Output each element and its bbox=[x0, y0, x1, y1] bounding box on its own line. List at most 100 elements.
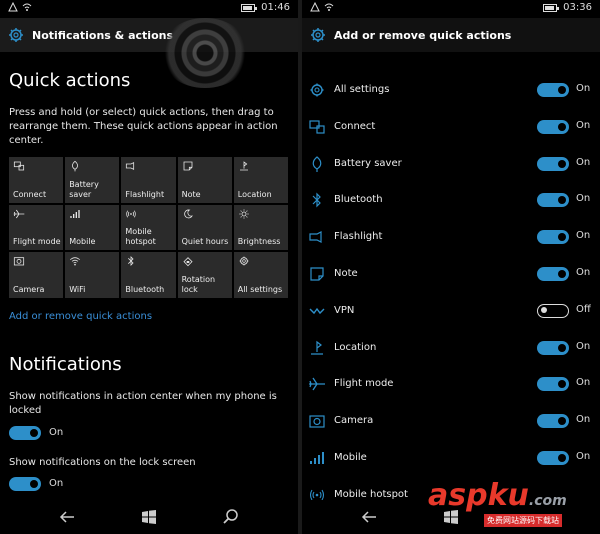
watermark-domain: .com bbox=[528, 493, 567, 509]
signal-status-icon bbox=[8, 2, 18, 12]
quick-action-row: Flashlight On bbox=[302, 225, 600, 249]
quick-action-state: On bbox=[576, 340, 591, 352]
quick-action-toggle[interactable] bbox=[537, 267, 569, 281]
quick-action-row-label: Camera bbox=[334, 415, 374, 427]
quick-action-row: All settings On bbox=[302, 78, 600, 102]
quick-action-row-label: Mobile bbox=[334, 452, 367, 463]
quick-action-tile[interactable]: Quiet hours bbox=[177, 204, 232, 251]
page-title: Add or remove quick actions bbox=[334, 28, 512, 42]
quick-action-row-label: Mobile hotspot bbox=[334, 488, 408, 500]
status-bar: 01:46 bbox=[0, 0, 298, 18]
wifi-icon bbox=[70, 257, 81, 266]
quick-action-toggle[interactable] bbox=[537, 156, 569, 171]
airplane-icon bbox=[13, 209, 25, 218]
quick-action-tile[interactable]: Brightness bbox=[233, 204, 288, 251]
quick-action-state: On bbox=[576, 377, 591, 389]
quick-action-row-label: Flight mode bbox=[334, 378, 394, 390]
quick-action-tile[interactable]: All settings bbox=[233, 252, 288, 298]
watermark-tagline: 免费网站源码下载站 bbox=[484, 514, 562, 527]
status-time: 03:36 bbox=[563, 2, 592, 13]
quick-actions-description: Press and hold (or select) quick actions… bbox=[9, 107, 278, 146]
flashlight-icon bbox=[126, 162, 135, 170]
quick-action-state: On bbox=[576, 119, 591, 131]
quick-action-tile-label: Camera bbox=[13, 285, 45, 294]
status-bar: 03:36 bbox=[302, 0, 600, 18]
gear-icon bbox=[311, 28, 325, 42]
quick-action-tile[interactable]: Mobile bbox=[65, 204, 120, 251]
quick-action-state: On bbox=[576, 267, 591, 278]
quick-action-state: On bbox=[576, 83, 591, 94]
back-arrow-icon[interactable] bbox=[58, 508, 76, 526]
battery-status-icon bbox=[241, 3, 258, 12]
quick-action-tile[interactable]: Flight mode bbox=[9, 204, 64, 251]
quick-action-row-label: Connect bbox=[334, 120, 376, 132]
quick-action-tile[interactable]: Bluetooth bbox=[121, 252, 176, 298]
quick-action-state: On bbox=[576, 230, 591, 242]
quick-action-toggle[interactable] bbox=[537, 83, 569, 97]
flashlight-icon bbox=[309, 231, 322, 244]
location-icon bbox=[239, 161, 248, 171]
quick-action-state: On bbox=[576, 414, 591, 426]
notifications-heading: Notifications bbox=[9, 354, 122, 375]
quick-action-tile[interactable]: Flashlight bbox=[121, 157, 176, 203]
quick-action-tile[interactable]: Camera bbox=[9, 252, 64, 298]
quick-action-row: VPN Off bbox=[302, 299, 600, 323]
quick-action-row: Mobile On bbox=[302, 446, 600, 470]
quick-action-tile[interactable]: WiFi bbox=[65, 252, 120, 298]
bluetooth-icon bbox=[312, 192, 321, 208]
quick-action-row: Battery saver On bbox=[302, 152, 600, 176]
quick-action-row-label: Location bbox=[334, 341, 377, 353]
quick-action-tile[interactable]: Note bbox=[177, 157, 232, 203]
airplane-icon bbox=[309, 378, 325, 391]
quick-action-tile-label: Mobile hotspot bbox=[125, 227, 156, 247]
windows-start-icon[interactable] bbox=[140, 508, 158, 526]
quick-action-toggle[interactable] bbox=[537, 230, 569, 245]
watermark-logo: aspku.com 免费网站源码下载站 bbox=[424, 478, 594, 530]
back-arrow-icon[interactable] bbox=[360, 508, 378, 526]
quick-action-toggle[interactable] bbox=[537, 119, 569, 134]
notif-lock-screen-toggle[interactable] bbox=[9, 477, 41, 491]
quick-action-tile[interactable]: Battery saver bbox=[65, 157, 120, 203]
quick-action-toggle[interactable] bbox=[537, 193, 569, 208]
quick-action-state: On bbox=[576, 156, 591, 168]
nav-bar bbox=[0, 500, 298, 534]
quick-action-toggle[interactable] bbox=[537, 303, 569, 318]
watermark-brand: aspku bbox=[428, 478, 529, 513]
quick-action-tile-label: Note bbox=[181, 189, 201, 199]
notif-action-center-label: Show notifications in action center when… bbox=[9, 391, 277, 416]
add-remove-quick-actions-link[interactable]: Add or remove quick actions bbox=[9, 311, 152, 322]
notif-lock-screen-state: On bbox=[49, 478, 64, 489]
quick-action-tile-label: Brightness bbox=[237, 237, 281, 247]
quick-action-row-label: Battery saver bbox=[334, 157, 402, 169]
quick-action-tile[interactable]: Rotation lock bbox=[177, 252, 232, 298]
quick-action-tile-label: Flashlight bbox=[125, 189, 165, 199]
quick-action-tile-label: All settings bbox=[237, 285, 283, 294]
quick-action-row-label: Flashlight bbox=[334, 231, 383, 243]
vpn-icon bbox=[309, 307, 325, 314]
quick-action-tile-label: WiFi bbox=[69, 285, 86, 294]
quick-action-toggle[interactable] bbox=[537, 451, 569, 465]
gear-icon bbox=[310, 83, 324, 97]
quick-action-tile[interactable]: Connect bbox=[9, 157, 64, 203]
quick-action-row-label: Note bbox=[334, 268, 358, 279]
camera-icon bbox=[309, 415, 325, 428]
left-phone-screen: 01:46 Notifications & actions Quick acti… bbox=[0, 0, 298, 534]
note-icon bbox=[183, 161, 192, 171]
gear-icon bbox=[9, 28, 23, 42]
quick-action-toggle[interactable] bbox=[537, 414, 569, 429]
connect-icon bbox=[309, 120, 325, 134]
quick-action-tile-label: Battery saver bbox=[69, 179, 99, 199]
wifi-status-icon bbox=[22, 3, 32, 11]
quick-action-toggle[interactable] bbox=[537, 377, 569, 392]
quick-action-tile[interactable]: Mobile hotspot bbox=[121, 204, 176, 251]
settings-header: Add or remove quick actions bbox=[302, 18, 600, 52]
battery-saver-icon bbox=[312, 155, 322, 172]
right-phone-screen: 03:36 Add or remove quick actions All se… bbox=[302, 0, 600, 534]
search-icon[interactable] bbox=[222, 508, 240, 526]
quick-action-row: Connect On bbox=[302, 115, 600, 139]
notif-action-center-toggle[interactable] bbox=[9, 426, 41, 440]
quick-action-tile[interactable]: Location bbox=[233, 157, 288, 203]
quick-action-toggle[interactable] bbox=[537, 340, 569, 355]
note-icon bbox=[310, 267, 324, 281]
signal-status-icon bbox=[310, 2, 320, 12]
